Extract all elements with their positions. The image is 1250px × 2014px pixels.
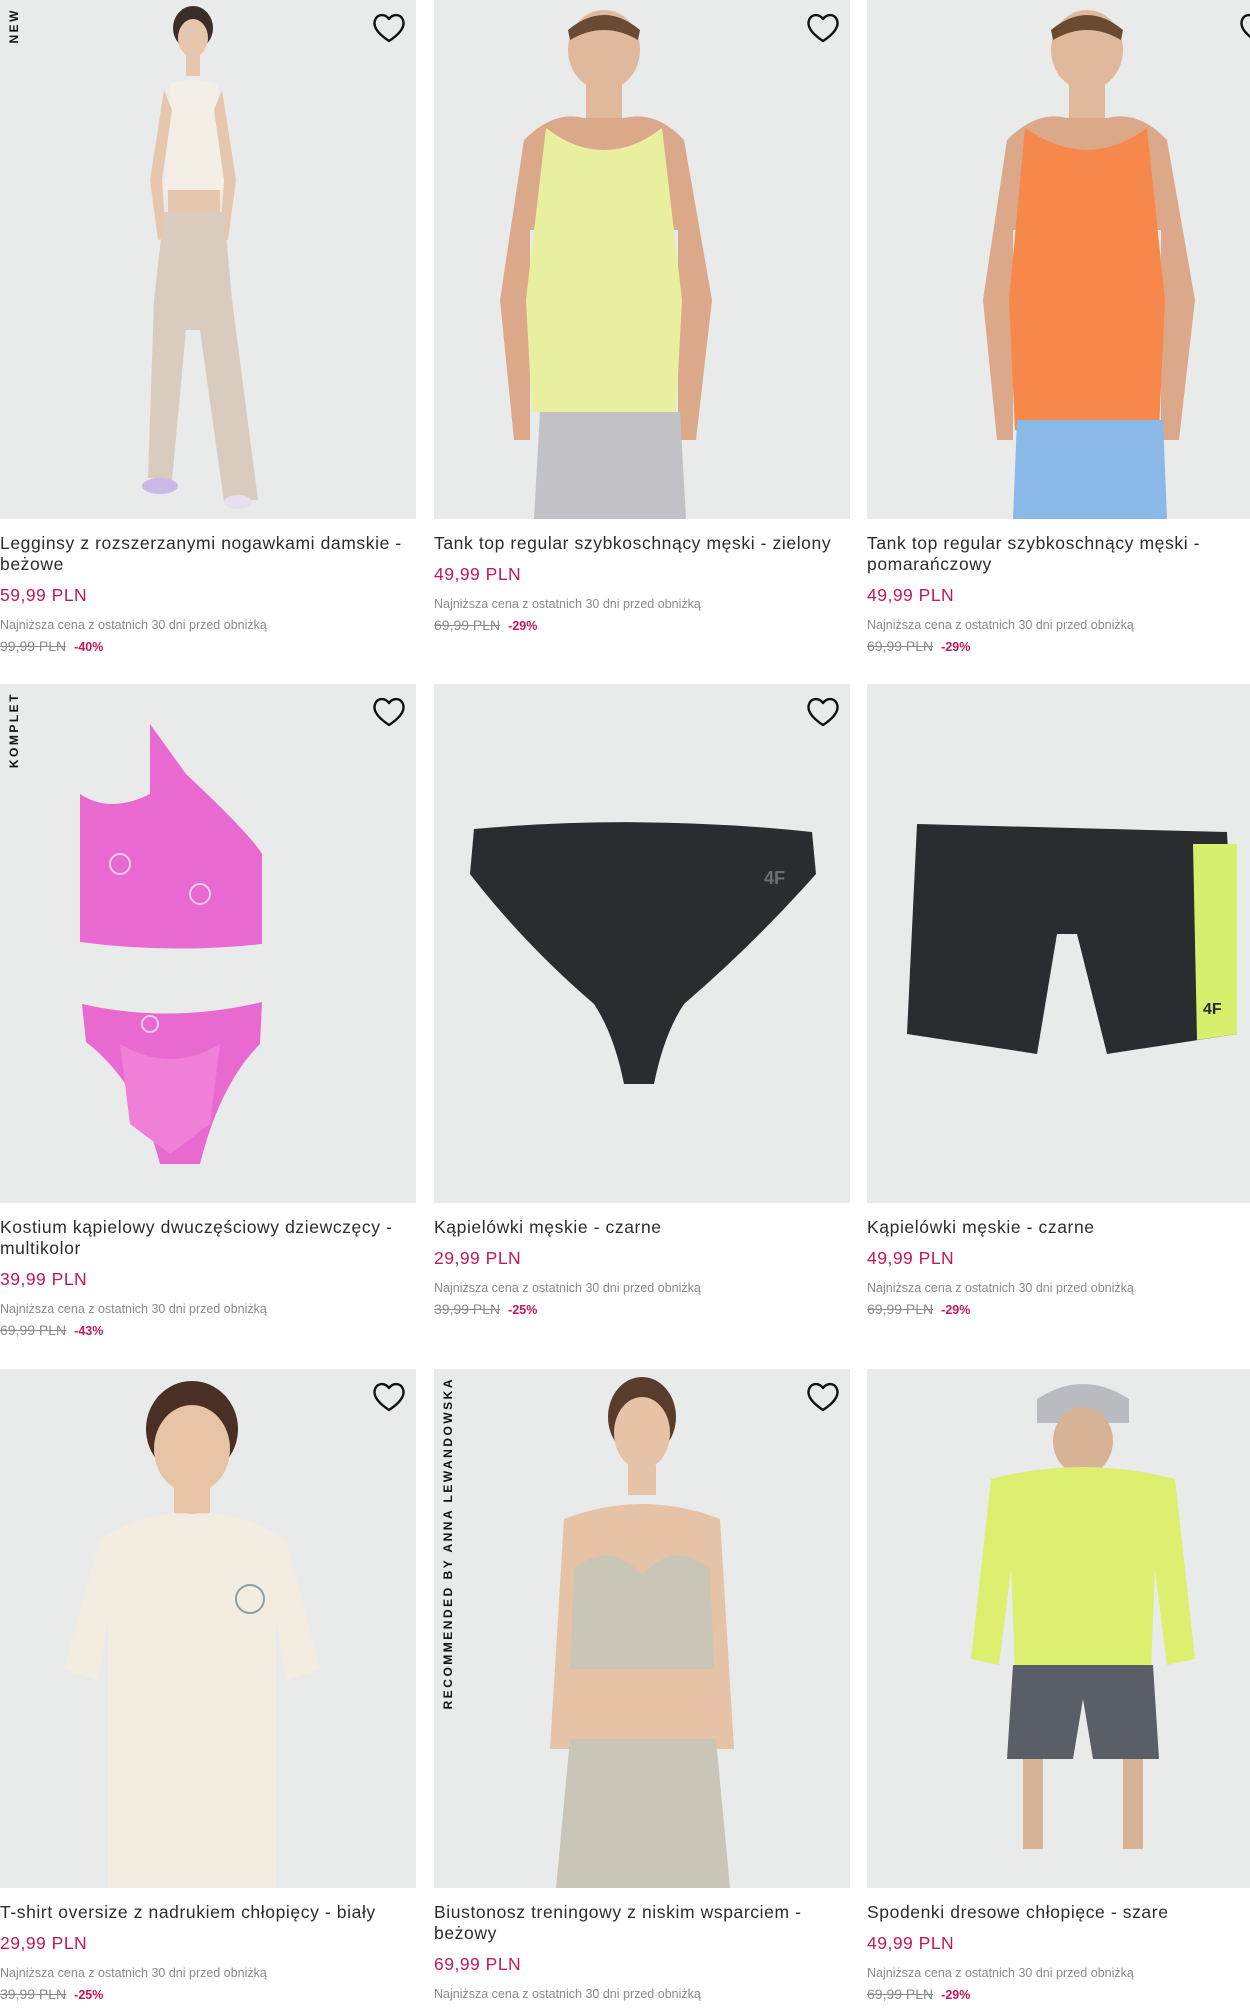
product-price: 49,99 PLN — [434, 564, 522, 584]
product-image[interactable]: 4F — [867, 684, 1250, 1203]
product-image[interactable] — [434, 0, 850, 519]
product-title[interactable]: Legginsy z rozszerzanymi nogawkami damsk… — [0, 533, 416, 575]
heart-outline-icon — [807, 1382, 839, 1412]
product-photo-briefs: 4F — [470, 822, 816, 1084]
product-price: 69,99 PLN — [434, 1954, 522, 1974]
product-card[interactable]: Tank top regular szybkoschnący męski - p… — [867, 0, 1250, 654]
product-image[interactable]: NEW — [0, 0, 416, 519]
product-price: 49,99 PLN — [867, 1933, 955, 1953]
heart-outline-icon — [373, 1382, 405, 1412]
product-price: 29,99 PLN — [434, 1248, 522, 1268]
product-price: 49,99 PLN — [867, 1248, 955, 1268]
wishlist-button[interactable] — [370, 10, 408, 46]
discount-badge: -29% — [941, 1303, 971, 1317]
product-image[interactable] — [867, 1369, 1250, 1888]
product-title[interactable]: Kąpielówki męskie - czarne — [434, 1217, 850, 1238]
product-title[interactable]: T-shirt oversize z nadrukiem chłopięcy -… — [0, 1902, 416, 1923]
heart-outline-icon — [1240, 13, 1250, 39]
product-badge: KOMPLET — [7, 692, 21, 769]
product-title[interactable]: Spodenki dresowe chłopięce - szare — [867, 1902, 1250, 1923]
product-card[interactable]: Spodenki dresowe chłopięce - szare 49,99… — [867, 1369, 1250, 2002]
product-price: 39,99 PLN — [0, 1269, 88, 1289]
old-price: 69,99 PLN — [0, 1322, 67, 1338]
old-price: 69,99 PLN — [867, 1986, 934, 2002]
product-photo-tank-green — [500, 10, 712, 519]
product-title[interactable]: Tank top regular szybkoschnący męski - p… — [867, 533, 1250, 575]
lowest-price-label: Najniższa cena z ostatnich 30 dni przed … — [434, 1281, 701, 1295]
product-badge: RECOMMENDED BY ANNA LEWANDOWSKA — [441, 1377, 455, 1710]
heart-outline-icon — [807, 13, 839, 43]
product-badge: NEW — [7, 8, 21, 44]
heart-outline-icon — [373, 697, 405, 727]
product-title[interactable]: Tank top regular szybkoschnący męski - z… — [434, 533, 850, 554]
product-card[interactable]: Tank top regular szybkoschnący męski - z… — [434, 0, 850, 633]
product-image[interactable] — [867, 0, 1250, 519]
wishlist-button[interactable] — [370, 1379, 408, 1415]
product-image[interactable]: KOMPLET — [0, 684, 416, 1203]
product-card[interactable]: 4F Kąpielówki męskie - czarne 29,99 PLN … — [434, 684, 850, 1317]
product-card[interactable]: T-shirt oversize z nadrukiem chłopięcy -… — [0, 1369, 416, 2002]
product-price: 29,99 PLN — [0, 1933, 88, 1953]
lowest-price-label: Najniższa cena z ostatnich 30 dni przed … — [867, 1966, 1134, 1980]
wishlist-button[interactable] — [370, 694, 408, 730]
old-price: 39,99 PLN — [434, 1301, 501, 1317]
discount-badge: -43% — [74, 1324, 104, 1338]
discount-badge: -29% — [941, 640, 971, 654]
old-price: 69,99 PLN — [867, 638, 934, 654]
discount-badge: -25% — [74, 1988, 104, 2002]
product-price: 49,99 PLN — [867, 585, 955, 605]
product-image[interactable]: RECOMMENDED BY ANNA LEWANDOWSKA — [434, 1369, 850, 1888]
wishlist-button[interactable] — [804, 1379, 842, 1415]
discount-badge: -29% — [941, 1988, 971, 2002]
product-card[interactable]: KOMPLET Kostium kąpielowy dwuczęściowy d… — [0, 684, 416, 1338]
product-card[interactable]: RECOMMENDED BY ANNA LEWANDOWSKA Biustono… — [434, 1369, 850, 2001]
product-image[interactable] — [0, 1369, 416, 1888]
svg-text:4F: 4F — [764, 868, 785, 888]
lowest-price-label: Najniższa cena z ostatnich 30 dni przed … — [0, 1966, 267, 1980]
wishlist-button[interactable] — [804, 10, 842, 46]
svg-text:4F: 4F — [1203, 1001, 1222, 1018]
product-title[interactable]: Biustonosz treningowy z niskim wsparciem… — [434, 1902, 850, 1944]
old-price: 69,99 PLN — [434, 617, 501, 633]
lowest-price-label: Najniższa cena z ostatnich 30 dni przed … — [434, 597, 701, 611]
product-photo-tank-orange — [983, 10, 1195, 519]
lowest-price-label: Najniższa cena z ostatnich 30 dni przed … — [0, 1302, 267, 1316]
product-title[interactable]: Kąpielówki męskie - czarne — [867, 1217, 1250, 1238]
lowest-price-label: Najniższa cena z ostatnich 30 dni przed … — [0, 618, 267, 632]
product-photo-sports-bra — [550, 1377, 734, 1888]
lowest-price-label: Najniższa cena z ostatnich 30 dni przed … — [867, 618, 1134, 632]
product-photo-leggings — [142, 6, 258, 509]
product-title[interactable]: Kostium kąpielowy dwuczęściowy dziewczęc… — [0, 1217, 416, 1259]
discount-badge: -40% — [74, 640, 104, 654]
product-photo-trunks: 4F — [907, 824, 1237, 1054]
product-card[interactable]: NEW Legginsy z rozszerzanymi nogawkami d… — [0, 0, 416, 654]
discount-badge: -25% — [508, 1303, 538, 1317]
lowest-price-label: Najniższa cena z ostatnich 30 dni przed … — [434, 1987, 701, 2001]
product-photo-shorts — [971, 1384, 1195, 1849]
product-price: 59,99 PLN — [0, 585, 88, 605]
product-photo-tshirt — [64, 1381, 320, 1888]
heart-outline-icon — [807, 697, 839, 727]
old-price: 99,99 PLN — [0, 638, 67, 654]
lowest-price-label: Najniższa cena z ostatnich 30 dni przed … — [867, 1281, 1134, 1295]
heart-outline-icon — [373, 13, 405, 43]
product-card[interactable]: 4F Kąpielówki męskie - czarne 49,99 PLN … — [867, 684, 1250, 1317]
wishlist-button[interactable] — [804, 694, 842, 730]
discount-badge: -29% — [508, 619, 538, 633]
product-image[interactable]: 4F — [434, 684, 850, 1203]
old-price: 69,99 PLN — [867, 1301, 934, 1317]
old-price: 39,99 PLN — [0, 1986, 67, 2002]
wishlist-button[interactable] — [1237, 10, 1250, 46]
product-photo-swimsuit — [80, 724, 262, 1164]
